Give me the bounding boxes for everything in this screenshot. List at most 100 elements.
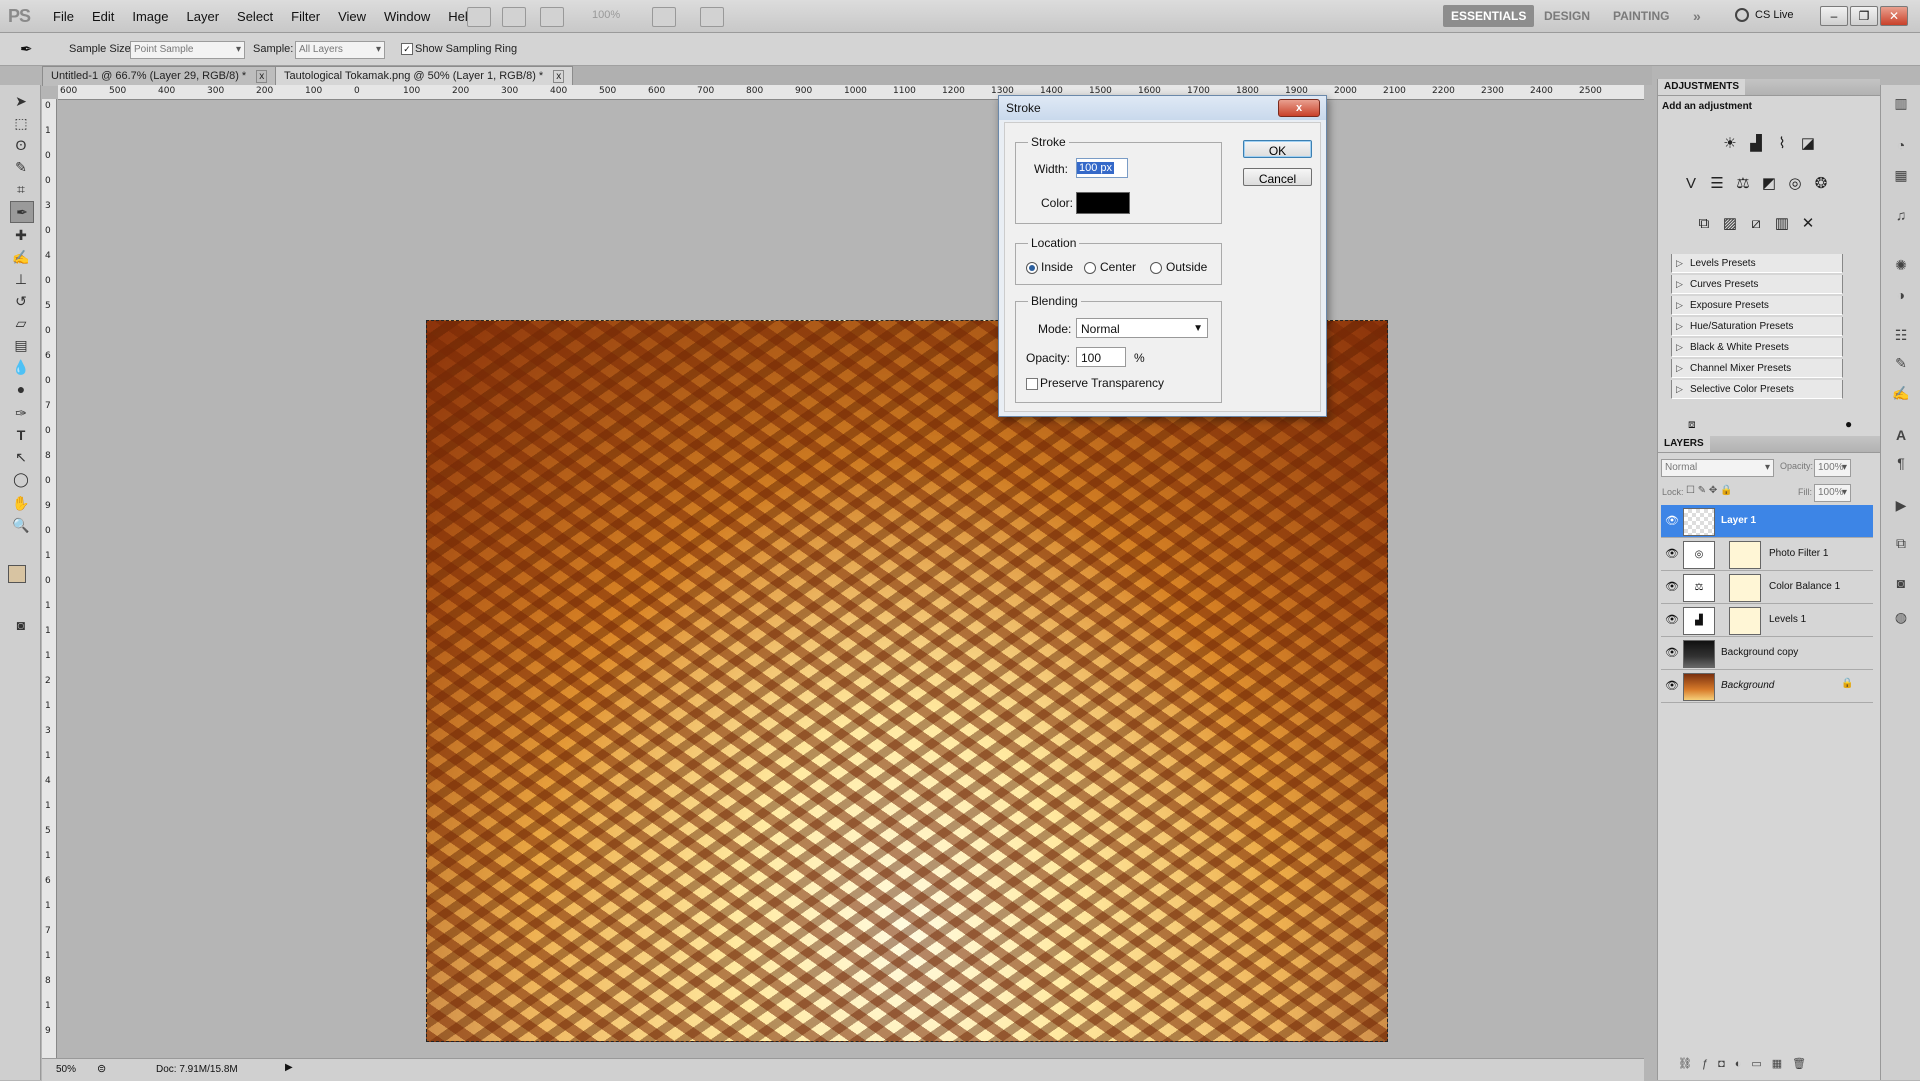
layer-name[interactable]: Background copy: [1721, 647, 1798, 658]
curves-icon[interactable]: ⌇: [1771, 133, 1793, 155]
character-icon[interactable]: A: [1891, 425, 1911, 445]
menu-image[interactable]: Image: [123, 9, 177, 24]
menu-file[interactable]: File: [44, 9, 83, 24]
levels-icon[interactable]: ▟: [1745, 133, 1767, 155]
clone-stamp-tool-icon[interactable]: ⊥: [10, 269, 32, 289]
horizontal-ruler[interactable]: 600 500 400 300 200 100 0 100 200 300 400 500 600 700…: [58, 85, 1644, 100]
menu-view[interactable]: View: [329, 9, 375, 24]
eye-icon[interactable]: 👁: [1665, 547, 1679, 560]
black-white-presets[interactable]: Black & White Presets: [1671, 338, 1843, 357]
posterize-icon[interactable]: ▨: [1719, 213, 1741, 235]
fill-field[interactable]: 100%: [1814, 484, 1851, 502]
dodge-tool-icon[interactable]: ●: [10, 379, 32, 399]
zoom-level-field[interactable]: 100%: [592, 9, 620, 21]
eye-icon[interactable]: 👁: [1665, 514, 1679, 527]
brush-presets-icon[interactable]: ✍: [1891, 383, 1911, 403]
cs-live-button[interactable]: CS Live: [1755, 9, 1794, 21]
quick-mask-icon[interactable]: ◙: [10, 615, 32, 635]
minimize-button[interactable]: –: [1820, 6, 1848, 26]
preset-options-icon[interactable]: ●: [1845, 417, 1852, 431]
vertical-ruler[interactable]: 0 1 0 0 3 0 4 0 5 0 6 0 7 0 8 0 9 0 1 0 1 1 1 2 1 3 1 4 1 5 1 6 1 7 1 8 1 9: [42, 99, 57, 1059]
marquee-tool-icon[interactable]: ⬚: [10, 113, 32, 133]
channel-mixer-presets[interactable]: Channel Mixer Presets: [1671, 359, 1843, 378]
eyedropper-icon[interactable]: ✒: [20, 40, 33, 58]
photo-filter-icon[interactable]: ◎: [1784, 173, 1806, 195]
layer-row-background-copy[interactable]: 👁 Background copy: [1661, 637, 1873, 670]
layer-row-photo-filter-1[interactable]: 👁 ◎ Photo Filter 1: [1661, 538, 1873, 571]
menu-layer[interactable]: Layer: [178, 9, 229, 24]
close-tab-icon[interactable]: x: [553, 70, 565, 83]
workspace-design[interactable]: DESIGN: [1536, 5, 1598, 27]
sample-size-select[interactable]: Point Sample: [130, 41, 245, 59]
center-radio[interactable]: [1084, 262, 1096, 274]
sample-select[interactable]: All Layers: [295, 41, 385, 59]
layer-name[interactable]: Levels 1: [1769, 614, 1806, 625]
blur-tool-icon[interactable]: 💧: [10, 357, 32, 377]
layer-row-levels-1[interactable]: 👁 ▟ Levels 1: [1661, 604, 1873, 637]
preserve-transparency-checkbox[interactable]: [1026, 378, 1038, 390]
zoom-tool-icon[interactable]: 🔍: [10, 515, 32, 535]
3d-icon[interactable]: ⧉: [1891, 533, 1911, 553]
screen-mode-icon[interactable]: [700, 7, 724, 27]
paths-icon[interactable]: ✎: [1891, 353, 1911, 373]
healing-brush-tool-icon[interactable]: ✚: [10, 225, 32, 245]
zoom-status[interactable]: 50%: [56, 1064, 76, 1075]
adjustments-tab[interactable]: ADJUSTMENTS: [1658, 79, 1746, 95]
layer-name[interactable]: Photo Filter 1: [1769, 548, 1828, 559]
color-balance-icon[interactable]: ⚖: [1732, 173, 1754, 195]
opacity-input[interactable]: 100: [1076, 347, 1126, 367]
mode-select[interactable]: Normal ▼: [1076, 318, 1208, 338]
workspace-essentials[interactable]: ESSENTIALS: [1443, 5, 1535, 27]
status-menu-arrow-icon[interactable]: ▶: [285, 1062, 293, 1073]
tab-tautological-tokamak[interactable]: Tautological Tokamak.png @ 50% (Layer 1,…: [275, 66, 574, 86]
dialog-close-button[interactable]: x: [1278, 99, 1320, 117]
outside-radio[interactable]: [1150, 262, 1162, 274]
invert-icon[interactable]: ⧉: [1693, 213, 1715, 235]
layer-row-background[interactable]: 👁 Background 🔒: [1661, 670, 1873, 703]
stroke-color-swatch[interactable]: [1076, 192, 1130, 214]
info-icon[interactable]: ◍: [1891, 607, 1911, 627]
foreground-color-swatch[interactable]: [8, 565, 26, 583]
type-tool-icon[interactable]: T: [10, 425, 32, 445]
vibrance-icon[interactable]: V: [1680, 173, 1702, 195]
width-input[interactable]: 100 px: [1076, 158, 1128, 178]
tab-untitled-1[interactable]: Untitled-1 @ 66.7% (Layer 29, RGB/8) * x: [42, 66, 277, 86]
selective-color-icon[interactable]: ✕: [1797, 213, 1819, 235]
layers-tab[interactable]: LAYERS: [1658, 436, 1710, 452]
clip-layer-icon[interactable]: ⧈: [1688, 417, 1696, 432]
mini-bridge-icon[interactable]: [502, 7, 526, 27]
paragraph-icon[interactable]: ¶: [1891, 453, 1911, 473]
eye-icon[interactable]: 👁: [1665, 613, 1679, 626]
layer-row-color-balance-1[interactable]: 👁 ⚖ Color Balance 1: [1661, 571, 1873, 604]
exposure-icon[interactable]: ◪: [1797, 133, 1819, 155]
crop-tool-icon[interactable]: ⌗: [10, 179, 32, 199]
document-image[interactable]: [426, 320, 1388, 1042]
levels-presets[interactable]: Levels Presets: [1671, 254, 1843, 273]
layers-opacity-field[interactable]: 100%: [1814, 459, 1851, 477]
view-extras-icon[interactable]: [540, 7, 564, 27]
lasso-tool-icon[interactable]: ʘ: [10, 135, 32, 155]
hue-saturation-presets[interactable]: Hue/Saturation Presets: [1671, 317, 1843, 336]
animation-icon[interactable]: ▶: [1891, 495, 1911, 515]
more-workspaces-button[interactable]: »: [1685, 5, 1709, 27]
menu-select[interactable]: Select: [228, 9, 282, 24]
histogram-icon[interactable]: ▥: [1891, 93, 1911, 113]
move-tool-icon[interactable]: ➤: [10, 91, 32, 111]
adjustments-icon[interactable]: ✺: [1891, 255, 1911, 275]
gradient-tool-icon[interactable]: ▤: [10, 335, 32, 355]
curves-presets[interactable]: Curves Presets: [1671, 275, 1843, 294]
layer-name[interactable]: Background: [1721, 680, 1774, 691]
exposure-presets[interactable]: Exposure Presets: [1671, 296, 1843, 315]
hue-saturation-icon[interactable]: ☰: [1706, 173, 1728, 195]
color-icon[interactable]: ▦: [1891, 165, 1911, 185]
gradient-map-icon[interactable]: ▥: [1771, 213, 1793, 235]
show-sampling-ring-checkbox[interactable]: ✓: [401, 43, 413, 55]
history-brush-tool-icon[interactable]: ↺: [10, 291, 32, 311]
pen-tool-icon[interactable]: ✑: [10, 403, 32, 423]
layer-name[interactable]: Color Balance 1: [1769, 581, 1840, 592]
cancel-button[interactable]: Cancel: [1243, 168, 1312, 186]
lock-icons[interactable]: ☐ ✎ ✥ 🔒: [1686, 485, 1733, 496]
dialog-titlebar[interactable]: Stroke x: [999, 96, 1326, 120]
navigator-icon[interactable]: ◔: [1891, 135, 1911, 155]
selective-color-presets[interactable]: Selective Color Presets: [1671, 380, 1843, 399]
